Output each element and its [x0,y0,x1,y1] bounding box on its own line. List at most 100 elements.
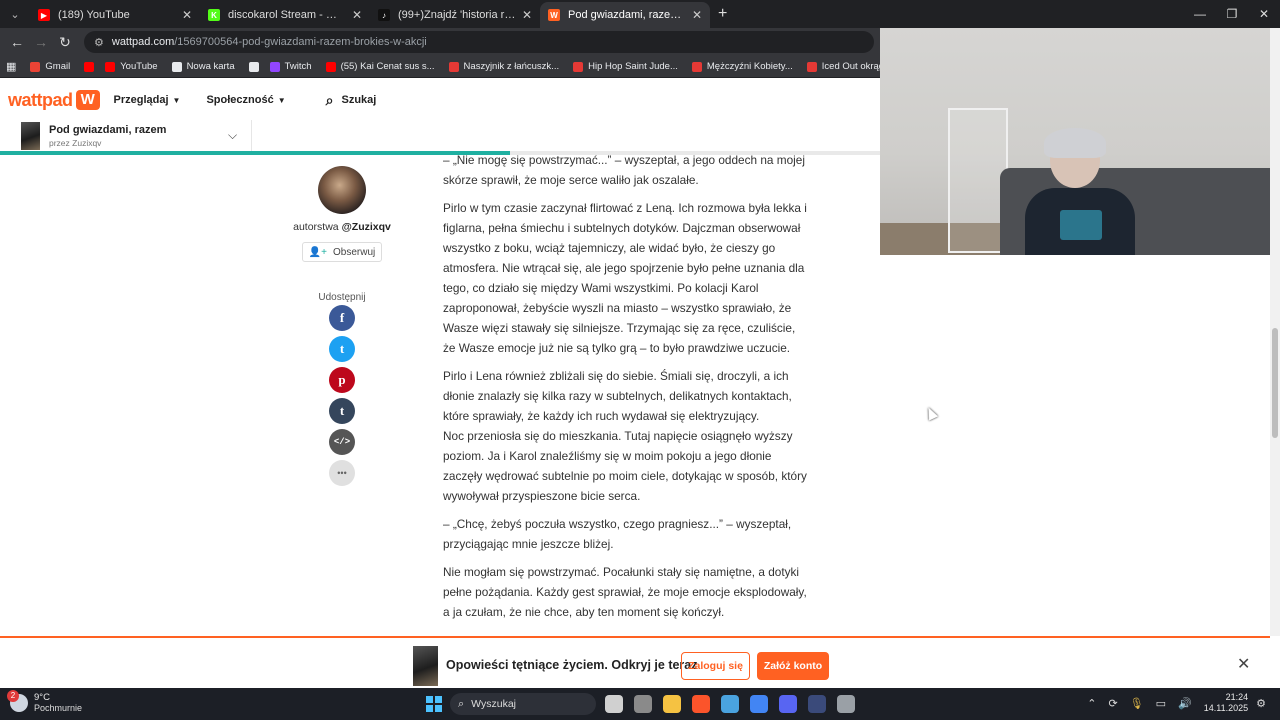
clock-date: 14.11.2025 [1203,703,1249,713]
bookmark-item[interactable]: YouTube [105,61,158,72]
tab-search-chevron-icon[interactable]: ⌄ [4,4,26,24]
start-button[interactable] [426,696,442,712]
forward-icon[interactable]: → [30,31,52,53]
bookmark-item[interactable]: Hip Hop Saint Jude... [573,61,678,72]
scrollbar-thumb[interactable] [1272,328,1278,438]
network-icon[interactable]: ▭ [1156,697,1166,710]
story-paragraph: – „Chcę, żebyś poczuła wszystko, czego p… [443,517,792,551]
url-host: wattpad.com [111,36,175,48]
tab-title: (99+)Znajdź 'historia roblox bro… [398,9,516,21]
author-avatar[interactable] [318,166,366,214]
author-link[interactable]: @Zuzixqv [342,221,391,233]
close-window-icon[interactable]: ✕ [1248,0,1280,28]
bookmark-label: Gmail [45,61,71,72]
bookmark-item[interactable]: (55) Kai Cenat sus s... [325,61,435,72]
tab-favicon-icon: ▶ [38,9,50,21]
url-path: /1569700564-pod-gwiazdami-razem-brokies-… [174,36,427,48]
taskbar-search[interactable]: ⌕ Wyszukaj [450,693,596,715]
apps-grid-icon[interactable]: ▦ [6,60,16,73]
browser-tab[interactable]: ♪ (99+)Znajdź 'historia roblox bro… ✕ [370,2,540,28]
weather-widget[interactable]: 2 9°C Pochmurnie [7,690,83,714]
tab-title: Pod gwiazdami, razem - Brokies… [568,9,686,21]
share-pinterest-icon[interactable]: p [329,367,355,393]
wattpad-logo-icon: W [75,90,100,110]
bookmark-item[interactable]: Naszyjnik z łańcuszk... [448,61,559,72]
microphone-icon[interactable]: 🎙 [1130,697,1144,710]
search-button[interactable]: ⌕ Szukaj [326,92,377,109]
signup-button[interactable]: Załóż konto [757,652,829,680]
bookmark-favicon-icon [105,61,116,72]
close-icon[interactable]: ✕ [1237,654,1250,674]
story-paragraph: – „Nie mogę się powstrzymać...” – wyszep… [443,153,805,187]
maximize-icon[interactable]: ❐ [1216,0,1248,28]
back-icon[interactable]: ← [6,31,28,53]
chevron-up-icon[interactable]: ⌃ [1087,697,1096,710]
sync-icon[interactable]: ⟳ [1108,697,1117,710]
close-tab-icon[interactable]: ✕ [182,8,192,22]
bookmark-label: Hip Hop Saint Jude... [588,61,678,72]
story-toc-bar[interactable]: Pod gwiazdami, razem przez Zuzixqv ⌵ [0,120,880,154]
login-button[interactable]: Zaloguj się [681,652,750,680]
bookmark-label: Mężczyźni Kobiety... [706,61,793,72]
ccleaner-app-icon[interactable] [721,695,739,713]
address-toolbar: ← → ↻ ⚙ wattpad.com /1569700564-pod-gwia… [0,28,880,56]
close-tab-icon[interactable]: ✕ [692,8,702,22]
url-bar[interactable]: ⚙ wattpad.com /1569700564-pod-gwiazdami-… [84,31,874,53]
volume-icon[interactable]: 🔊 [1178,697,1192,710]
window-controls: — ❐ ✕ [1184,0,1280,28]
tab-favicon-icon: K [208,9,220,21]
reload-icon[interactable]: ↻ [54,31,76,53]
follow-label: Obserwuj [333,246,376,258]
close-tab-icon[interactable]: ✕ [352,8,362,22]
browser-tab[interactable]: ▶ (189) YouTube ✕ [30,2,200,28]
clock[interactable]: 21:24 14.11.2025 [1204,692,1248,714]
discord-app-icon[interactable] [779,695,797,713]
browser-tab-bar: ⌄ ▶ (189) YouTube ✕ Kdiscokarol Stream - Wa… [0,0,1280,28]
share-embed-icon[interactable]: </> [329,429,355,455]
follow-button[interactable]: 👤+ Obserwuj [302,242,382,262]
task-view-app-icon[interactable] [605,695,623,713]
brave-app-icon[interactable] [692,695,710,713]
bookmark-item[interactable]: Nowa karta [171,61,235,72]
app-blue-icon[interactable] [808,695,826,713]
site-info-icon[interactable]: ⚙ [94,36,104,49]
webcam-person-hair [1044,128,1106,158]
browser-tab[interactable]: Kdiscokarol Stream - Watch Live ✕ [200,2,370,28]
banner-text: Opowieści tętniące życiem. Odkryj je ter… [446,658,698,672]
bookmark-item[interactable] [248,61,264,72]
chevron-down-icon[interactable]: ⌵ [228,128,237,143]
bookmark-item[interactable] [84,61,99,72]
minimize-icon[interactable]: — [1184,0,1216,28]
bookmark-favicon-icon [30,61,41,72]
notification-icon[interactable]: ⚙ [1256,697,1266,710]
share-twitter-icon[interactable]: t [329,336,355,362]
chrome-app-icon[interactable] [750,695,768,713]
reading-progress-fill [0,151,511,155]
chatgpt-app-icon[interactable] [634,695,652,713]
file-explorer-app-icon[interactable] [663,695,681,713]
bookmark-item[interactable]: Twitch [269,61,312,72]
wattpad-logo[interactable]: wattpad W [8,90,100,111]
weather-condition: Pochmurnie [34,703,83,713]
settings-app-icon[interactable] [837,695,855,713]
weather-temp: 9°C [34,692,50,703]
community-menu[interactable]: Społeczność ▼ [206,94,285,106]
browse-menu[interactable]: Przeglądaj ▼ [114,94,181,106]
tab-favicon-icon: ♪ [378,9,390,21]
wattpad-logo-text: wattpad [8,89,73,110]
tab-strip: ▶(189) YouTube✕Kdiscokarol Stream - Watc… [30,2,710,28]
bookmark-item[interactable]: Mężczyźni Kobiety... [691,61,793,72]
new-tab-button[interactable]: + [718,5,727,23]
tab-title: discokarol Stream - Watch Live [228,9,346,21]
share-more-icon[interactable]: ••• [329,460,355,486]
share-facebook-icon[interactable]: f [329,305,355,331]
share-tumblr-icon[interactable]: t [329,398,355,424]
close-tab-icon[interactable]: ✕ [522,8,532,22]
story-paragraph: Nie mogłam się powstrzymać. Pocałunki st… [443,565,807,619]
signup-banner: Opowieści tętniące życiem. Odkryj je ter… [0,636,1270,688]
divider [251,120,252,154]
browser-tab[interactable]: W Pod gwiazdami, razem - Brokies… ✕ [540,2,710,28]
bookmark-item[interactable]: Gmail [30,61,70,72]
byline-prefix: autorstwa [293,221,339,233]
caret-down-icon: ▼ [172,95,181,105]
